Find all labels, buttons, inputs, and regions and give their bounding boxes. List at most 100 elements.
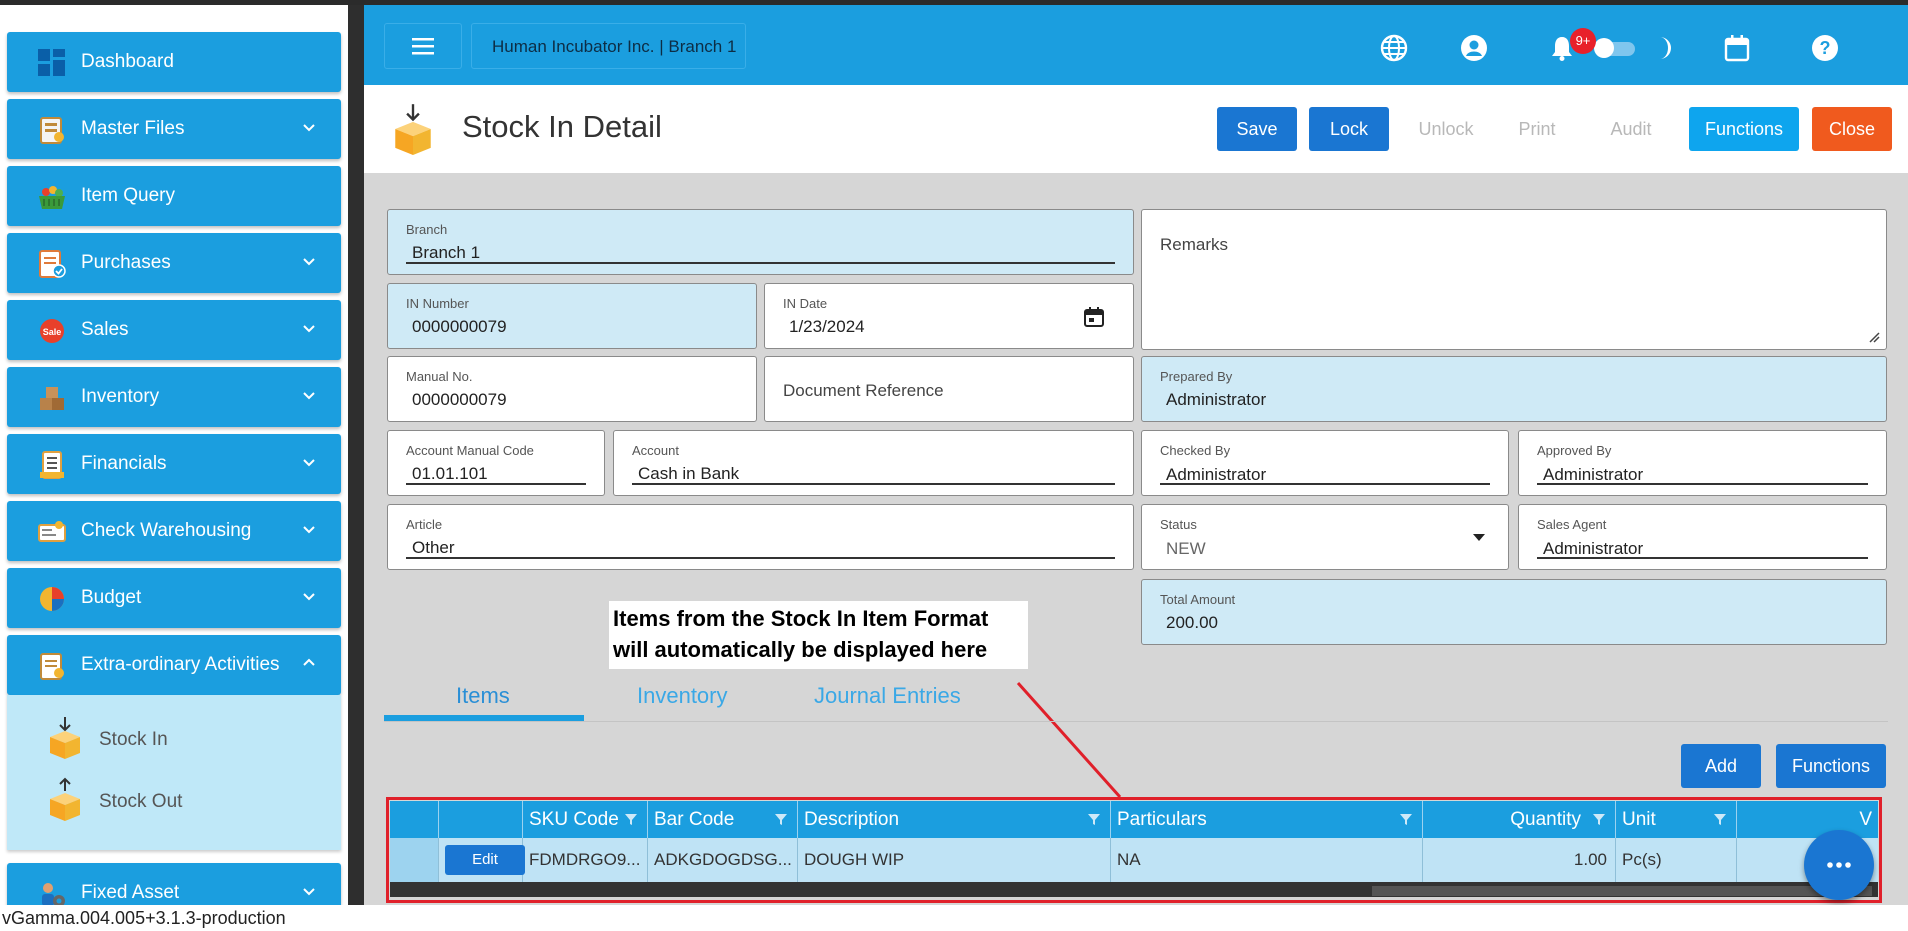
status-select[interactable]: Status NEW [1141, 504, 1509, 570]
save-button[interactable]: Save [1217, 107, 1297, 151]
sidebar-subitem-stock-out[interactable]: Stock Out [37, 777, 337, 825]
account-field[interactable]: Account Cash in Bank [613, 430, 1134, 496]
approved-by-field[interactable]: Approved By Administrator [1518, 430, 1887, 496]
functions-button[interactable]: Functions [1689, 107, 1799, 151]
in-number-field[interactable]: IN Number 0000000079 [387, 283, 757, 349]
sidebar-item-master-files[interactable]: Master Files [7, 99, 341, 159]
language-button[interactable] [1379, 33, 1409, 63]
dropdown-arrow-icon [1473, 534, 1485, 541]
chevron-up-icon [303, 658, 315, 666]
grid-functions-button[interactable]: Functions [1776, 744, 1886, 788]
sidebar-item-extra-ordinary-activities[interactable]: Extra-ordinary Activities [7, 635, 341, 695]
tab-divider [384, 721, 1888, 722]
globe-icon [1380, 34, 1408, 62]
user-profile-button[interactable] [1459, 33, 1489, 63]
field-underline [1537, 557, 1868, 559]
dark-mode-button[interactable] [1654, 33, 1676, 63]
sidebar-item-inventory[interactable]: Inventory [7, 367, 341, 427]
stock-in-box-icon [395, 104, 431, 155]
sidebar-item-purchases[interactable]: Purchases [7, 233, 341, 293]
field-label: Total Amount [1160, 592, 1236, 607]
check-icon [37, 517, 67, 547]
add-item-button[interactable]: Add [1681, 744, 1761, 788]
document-reference-field[interactable]: Document Reference [764, 356, 1134, 422]
chevron-down-icon [303, 459, 315, 467]
sales-agent-field[interactable]: Sales Agent Administrator [1518, 504, 1887, 570]
more-dots-icon [1827, 862, 1851, 868]
sidebar-item-item-query[interactable]: Item Query [7, 166, 341, 226]
audit-button[interactable]: Audit [1591, 107, 1671, 151]
field-label: Checked By [1160, 443, 1231, 458]
sidebar-item-budget[interactable]: Budget [7, 568, 341, 628]
branch-field[interactable]: Branch Branch 1 [387, 209, 1134, 275]
field-label: Prepared By [1160, 369, 1233, 384]
field-placeholder: Remarks [1160, 235, 1229, 254]
field-underline [632, 483, 1115, 485]
sale-tag-icon: Sale [37, 316, 67, 346]
field-label: IN Date [783, 296, 828, 311]
field-underline [406, 557, 1115, 559]
field-label: Status [1160, 517, 1197, 532]
field-value: 0000000079 [412, 390, 507, 409]
remarks-field[interactable]: Remarks [1141, 209, 1887, 350]
hamburger-icon [412, 38, 434, 55]
total-amount-field[interactable]: Total Amount 200.00 [1141, 579, 1887, 645]
sidebar-item-financials[interactable]: Financials [7, 434, 341, 494]
theme-toggle-switch[interactable] [1591, 33, 1641, 63]
top-header: Human Incubator Inc. | Branch 1 ? [364, 5, 1908, 85]
prepared-by-field[interactable]: Prepared By Administrator [1141, 356, 1887, 422]
sidebar-item-label: Extra-ordinary Activities [81, 654, 280, 675]
activities-icon [37, 651, 67, 681]
sidebar-item-label: Financials [81, 453, 167, 474]
chevron-down-icon [303, 124, 315, 132]
sidebar-item-label: Master Files [81, 118, 185, 139]
notification-count-badge: 9+ [1570, 28, 1596, 54]
checked-by-field[interactable]: Checked By Administrator [1141, 430, 1509, 496]
stock-in-box-icon [50, 717, 80, 759]
sidebar-item-label: Dashboard [81, 51, 174, 72]
unlock-button[interactable]: Unlock [1401, 107, 1491, 151]
close-button[interactable]: Close [1812, 107, 1892, 151]
annotation-line: Items from the Stock In Item Format [613, 606, 989, 631]
field-value: Administrator [1543, 465, 1644, 484]
print-button[interactable]: Print [1497, 107, 1577, 151]
user-circle-icon [1461, 35, 1487, 61]
chevron-down-icon [303, 526, 315, 534]
calendar-picker-icon[interactable] [1083, 306, 1105, 328]
sidebar-item-check-warehousing[interactable]: Check Warehousing [7, 501, 341, 561]
sidebar-submenu: Stock In Stock Out [7, 695, 341, 850]
field-label: Manual No. [406, 369, 473, 384]
field-value: Administrator [1166, 390, 1267, 409]
resize-handle-icon[interactable] [1868, 331, 1880, 343]
help-icon: ? [1812, 35, 1838, 61]
help-button[interactable]: ? [1810, 33, 1840, 63]
field-label: Account Manual Code [406, 443, 534, 458]
chevron-down-icon [303, 593, 315, 601]
in-date-field[interactable]: IN Date 1/23/2024 [764, 283, 1134, 349]
sidebar-item-sales[interactable]: Sale Sales [7, 300, 341, 360]
more-actions-fab[interactable] [1804, 830, 1874, 900]
account-manual-code-field[interactable]: Account Manual Code 01.01.101 [387, 430, 605, 496]
menu-toggle-button[interactable] [384, 23, 462, 69]
field-value: 0000000079 [412, 317, 507, 336]
stock-out-box-icon [50, 777, 80, 821]
field-underline [406, 483, 586, 485]
manual-no-field[interactable]: Manual No. 0000000079 [387, 356, 757, 422]
pie-chart-icon [37, 584, 67, 614]
tab-journal-entries[interactable]: Journal Entries [814, 683, 961, 709]
calendar-button[interactable] [1722, 33, 1752, 63]
sidebar-divider [348, 5, 364, 905]
company-branch-selector[interactable]: Human Incubator Inc. | Branch 1 [471, 23, 746, 69]
field-value: Administrator [1543, 539, 1644, 558]
tab-inventory[interactable]: Inventory [637, 683, 728, 709]
field-label: Approved By [1537, 443, 1612, 458]
lock-button[interactable]: Lock [1309, 107, 1389, 151]
sidebar-subitem-stock-in[interactable]: Stock In [37, 715, 337, 763]
tab-items[interactable]: Items [456, 683, 510, 709]
sidebar-subitem-label: Stock Out [99, 791, 183, 812]
sidebar-item-dashboard[interactable]: Dashboard [7, 32, 341, 92]
dashboard-icon [37, 48, 67, 78]
calendar-icon [1724, 35, 1750, 62]
field-value: 200.00 [1166, 613, 1218, 632]
article-field[interactable]: Article Other [387, 504, 1134, 570]
